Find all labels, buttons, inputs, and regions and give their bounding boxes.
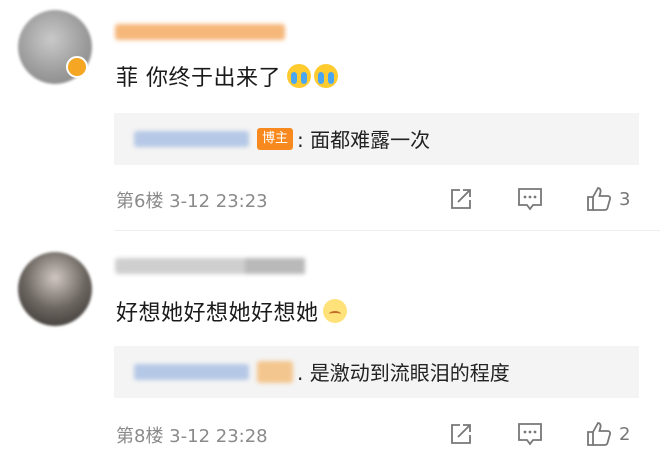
share-button[interactable] [448, 185, 474, 213]
comment-button[interactable] [516, 420, 544, 448]
reply-box[interactable]: . 是激动到流眼泪的程度 [114, 346, 639, 398]
author-badge [257, 361, 293, 383]
comment-text-content: 好想她好想她好想她 [116, 301, 319, 326]
sad-emoji-icon [322, 299, 347, 323]
comment-text: 好想她好想她好想她 [116, 295, 347, 327]
share-icon [451, 424, 471, 444]
comment-icon [518, 188, 542, 211]
comment-text: 菲 你终于出来了 [116, 60, 338, 92]
username-blurred[interactable] [115, 24, 285, 40]
comment-item: 菲 你终于出来了 博主 : 面都难露一次 第6楼 3-12 23:23 3 [0, 0, 660, 230]
vip-badge-icon [66, 56, 88, 78]
comment-icon [518, 423, 542, 446]
comment-item: 好想她好想她好想她 . 是激动到流眼泪的程度 第8楼 3-12 23:28 2 [0, 230, 660, 457]
username-blurred[interactable] [115, 258, 305, 274]
comment-button[interactable] [516, 185, 544, 213]
thumbs-up-icon [587, 422, 612, 446]
crying-emoji-icon [314, 64, 338, 88]
like-count: 3 [619, 188, 631, 210]
share-button[interactable] [448, 420, 474, 448]
reply-text: : 面都难露一次 [297, 128, 431, 152]
reply-box[interactable]: 博主 : 面都难露一次 [114, 113, 639, 165]
crying-emoji-icon [287, 64, 311, 88]
like-button[interactable]: 2 [585, 420, 630, 448]
avatar[interactable] [18, 252, 92, 326]
reply-username-blurred[interactable] [134, 131, 249, 147]
reply-username-blurred[interactable] [134, 364, 249, 380]
like-count: 2 [619, 423, 631, 445]
comment-meta: 第6楼 3-12 23:23 [116, 191, 268, 212]
like-button[interactable]: 3 [585, 185, 630, 213]
comment-meta: 第8楼 3-12 23:28 [116, 426, 268, 447]
share-icon [451, 189, 471, 209]
reply-text: . 是激动到流眼泪的程度 [297, 361, 510, 385]
author-badge: 博主 [257, 128, 293, 150]
comment-text-content: 菲 你终于出来了 [116, 66, 281, 91]
thumbs-up-icon [587, 187, 612, 211]
